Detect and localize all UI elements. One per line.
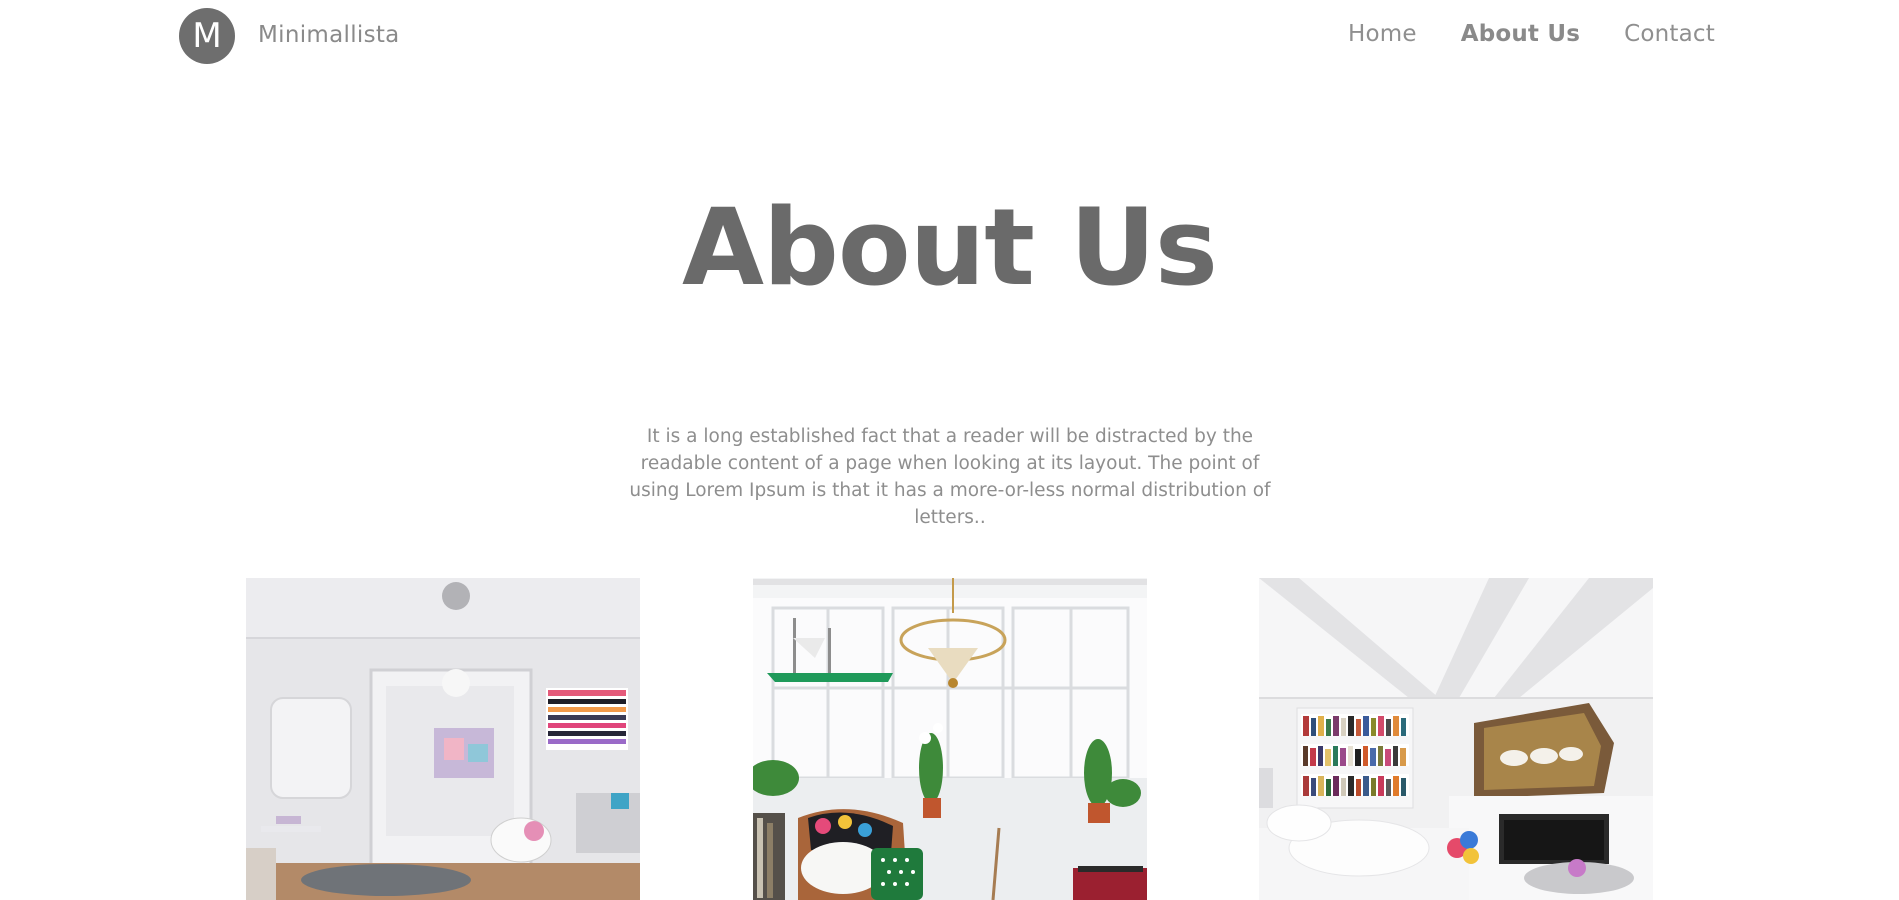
site-header: M Minimallista Home About Us Contact: [0, 0, 1899, 72]
nav-about-us[interactable]: About Us: [1461, 21, 1580, 47]
main-nav: Home About Us Contact: [1348, 21, 1715, 47]
gallery-photo-library-room: [1259, 578, 1653, 900]
library-room-photo-icon: [1259, 578, 1653, 900]
brand-name[interactable]: Minimallista: [258, 22, 400, 48]
gallery-photo-living-room: [246, 578, 640, 900]
about-page: M Minimallista Home About Us Contact Abo…: [0, 0, 1899, 900]
nav-home[interactable]: Home: [1348, 21, 1417, 47]
sunroom-photo-icon: [753, 578, 1147, 900]
page-title: About Us: [682, 186, 1218, 309]
nav-contact[interactable]: Contact: [1624, 21, 1715, 47]
logo-badge[interactable]: M: [179, 8, 235, 64]
photo-gallery: [0, 578, 1899, 900]
intro-paragraph: It is a long established fact that a rea…: [629, 426, 1271, 528]
gallery-photo-sunroom: [753, 578, 1147, 900]
logo-letter: M: [192, 16, 222, 56]
living-room-photo-icon: [246, 578, 640, 900]
